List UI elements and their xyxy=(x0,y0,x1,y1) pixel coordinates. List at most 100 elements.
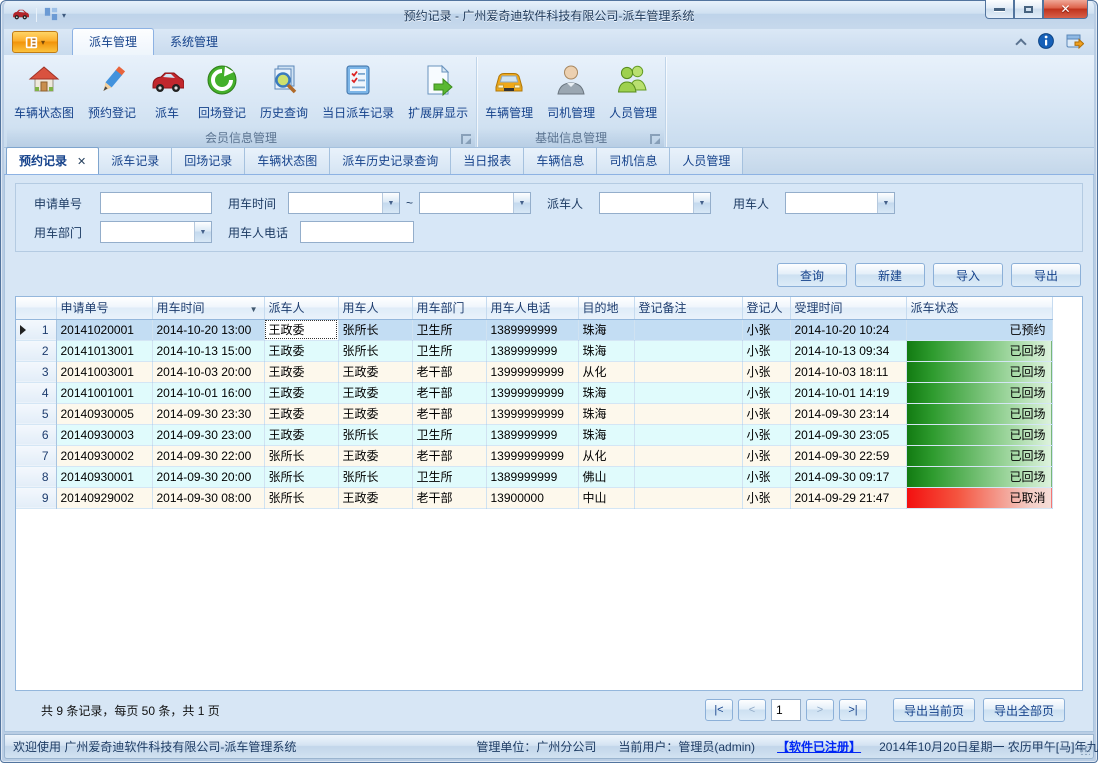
cell-department[interactable]: 卫生所 xyxy=(412,319,486,340)
row-number[interactable]: 5 xyxy=(16,403,56,424)
cell-registrar[interactable]: 小张 xyxy=(742,445,790,466)
cell-accept_time[interactable]: 2014-09-30 23:14 xyxy=(790,403,906,424)
cell-dispatcher[interactable]: 张所长 xyxy=(264,445,338,466)
column-header-registrar[interactable]: 登记人 xyxy=(742,297,790,319)
prev-page-button[interactable]: < xyxy=(738,699,766,721)
cell-request_no[interactable]: 20141013001 xyxy=(56,340,152,361)
last-page-button[interactable]: >| xyxy=(839,699,867,721)
cell-remark[interactable] xyxy=(634,487,742,508)
dispatcher-combo[interactable]: ▼ xyxy=(599,192,711,214)
column-header-destination[interactable]: 目的地 xyxy=(578,297,634,319)
cell-use_time[interactable]: 2014-10-13 15:00 xyxy=(152,340,264,361)
license-status-link[interactable]: 【软件已注册】 xyxy=(777,738,861,755)
combo-arrow-icon[interactable]: ▼ xyxy=(693,193,710,213)
row-number[interactable]: 7 xyxy=(16,445,56,466)
next-page-button[interactable]: > xyxy=(806,699,834,721)
cell-department[interactable]: 老干部 xyxy=(412,403,486,424)
cell-user[interactable]: 王政委 xyxy=(338,487,412,508)
cell-request_no[interactable]: 20140930001 xyxy=(56,466,152,487)
export-current-page-button[interactable]: 导出当前页 xyxy=(893,698,975,722)
cell-destination[interactable]: 佛山 xyxy=(578,466,634,487)
import-button[interactable]: 导入 xyxy=(933,263,1003,287)
cell-use_time[interactable]: 2014-09-30 08:00 xyxy=(152,487,264,508)
cell-remark[interactable] xyxy=(634,340,742,361)
cell-user[interactable]: 张所长 xyxy=(338,340,412,361)
department-combo[interactable]: ▼ xyxy=(100,221,212,243)
cell-department[interactable]: 卫生所 xyxy=(412,466,486,487)
ribbon-button-personnel-mgmt[interactable]: 人员管理 xyxy=(602,57,664,128)
phone-input[interactable] xyxy=(300,221,414,243)
combo-arrow-icon[interactable]: ▼ xyxy=(513,193,530,213)
cell-status[interactable]: 已取消 xyxy=(906,487,1052,508)
cell-destination[interactable]: 珠海 xyxy=(578,424,634,445)
cell-department[interactable]: 老干部 xyxy=(412,361,486,382)
table-row[interactable]: 3201410030012014-10-03 20:00王政委王政委老干部139… xyxy=(16,361,1052,382)
table-row[interactable]: 4201410010012014-10-01 16:00王政委王政委老干部139… xyxy=(16,382,1052,403)
maximize-button[interactable] xyxy=(1014,0,1043,19)
table-row[interactable]: 9201409290022014-09-30 08:00张所长王政委老干部139… xyxy=(16,487,1052,508)
combo-arrow-icon[interactable]: ▼ xyxy=(194,222,211,242)
cell-request_no[interactable]: 20140930005 xyxy=(56,403,152,424)
cell-use_time[interactable]: 2014-09-30 20:00 xyxy=(152,466,264,487)
cell-accept_time[interactable]: 2014-09-29 21:47 xyxy=(790,487,906,508)
minimize-button[interactable] xyxy=(985,0,1014,19)
cell-status[interactable]: 已回场 xyxy=(906,424,1052,445)
cell-department[interactable]: 老干部 xyxy=(412,445,486,466)
cell-dispatcher[interactable]: 王政委 xyxy=(264,424,338,445)
column-header-status[interactable]: 派车状态 xyxy=(906,297,1052,319)
doc-tab-dispatch-history-query[interactable]: 派车历史记录查询 xyxy=(329,147,451,174)
cell-registrar[interactable]: 小张 xyxy=(742,487,790,508)
cell-phone[interactable]: 1389999999 xyxy=(486,319,578,340)
cell-registrar[interactable]: 小张 xyxy=(742,466,790,487)
doc-tab-daily-report[interactable]: 当日报表 xyxy=(450,147,524,174)
cell-phone[interactable]: 1389999999 xyxy=(486,340,578,361)
doc-tab-return-records[interactable]: 回场记录 xyxy=(171,147,245,174)
cell-phone[interactable]: 13900000 xyxy=(486,487,578,508)
cell-use_time[interactable]: 2014-10-20 13:00 xyxy=(152,319,264,340)
cell-user[interactable]: 王政委 xyxy=(338,361,412,382)
use-time-from-combo[interactable]: ▼ xyxy=(288,192,400,214)
cell-use_time[interactable]: 2014-09-30 23:30 xyxy=(152,403,264,424)
cell-destination[interactable]: 珠海 xyxy=(578,382,634,403)
cell-dispatcher[interactable]: 王政委 xyxy=(264,382,338,403)
row-number[interactable]: 9 xyxy=(16,487,56,508)
close-tab-icon[interactable]: ✕ xyxy=(77,156,86,168)
cell-user[interactable]: 张所长 xyxy=(338,319,412,340)
table-row[interactable]: 7201409300022014-09-30 22:00张所长王政委老干部139… xyxy=(16,445,1052,466)
ribbon-button-dispatch[interactable]: 派车 xyxy=(143,57,191,128)
cell-status[interactable]: 已预约 xyxy=(906,319,1052,340)
export-button[interactable]: 导出 xyxy=(1011,263,1081,287)
cell-department[interactable]: 老干部 xyxy=(412,382,486,403)
cell-status[interactable]: 已回场 xyxy=(906,445,1052,466)
ribbon-button-return-register[interactable]: 回场登记 xyxy=(191,57,253,128)
request-no-input[interactable] xyxy=(100,192,212,214)
cell-status[interactable]: 已回场 xyxy=(906,382,1052,403)
cell-user[interactable]: 王政委 xyxy=(338,445,412,466)
use-time-to-combo[interactable]: ▼ xyxy=(419,192,531,214)
doc-tab-vehicle-status-map[interactable]: 车辆状态图 xyxy=(244,147,330,174)
new-button[interactable]: 新建 xyxy=(855,263,925,287)
doc-tab-driver-info[interactable]: 司机信息 xyxy=(596,147,670,174)
cell-user[interactable]: 张所长 xyxy=(338,466,412,487)
cell-accept_time[interactable]: 2014-10-03 18:11 xyxy=(790,361,906,382)
cell-accept_time[interactable]: 2014-10-13 09:34 xyxy=(790,340,906,361)
doc-tab-reservation-records[interactable]: 预约记录✕ xyxy=(6,147,99,174)
cell-dispatcher[interactable]: 王政委 xyxy=(264,403,338,424)
row-number[interactable]: 8 xyxy=(16,466,56,487)
cell-accept_time[interactable]: 2014-09-30 09:17 xyxy=(790,466,906,487)
cell-phone[interactable]: 13999999999 xyxy=(486,403,578,424)
cell-phone[interactable]: 13999999999 xyxy=(486,445,578,466)
info-icon[interactable] xyxy=(1038,33,1054,52)
cell-dispatcher[interactable]: 张所长 xyxy=(264,466,338,487)
table-row[interactable]: 8201409300012014-09-30 20:00张所长张所长卫生所138… xyxy=(16,466,1052,487)
cell-registrar[interactable]: 小张 xyxy=(742,340,790,361)
cell-registrar[interactable]: 小张 xyxy=(742,382,790,403)
cell-remark[interactable] xyxy=(634,403,742,424)
doc-tab-personnel-mgmt[interactable]: 人员管理 xyxy=(669,147,743,174)
table-row[interactable]: 2201410130012014-10-13 15:00王政委张所长卫生所138… xyxy=(16,340,1052,361)
ribbon-button-reservation-register[interactable]: 预约登记 xyxy=(81,57,143,128)
column-header-accept_time[interactable]: 受理时间 xyxy=(790,297,906,319)
cell-accept_time[interactable]: 2014-10-20 10:24 xyxy=(790,319,906,340)
cell-use_time[interactable]: 2014-10-03 20:00 xyxy=(152,361,264,382)
export-all-pages-button[interactable]: 导出全部页 xyxy=(983,698,1065,722)
